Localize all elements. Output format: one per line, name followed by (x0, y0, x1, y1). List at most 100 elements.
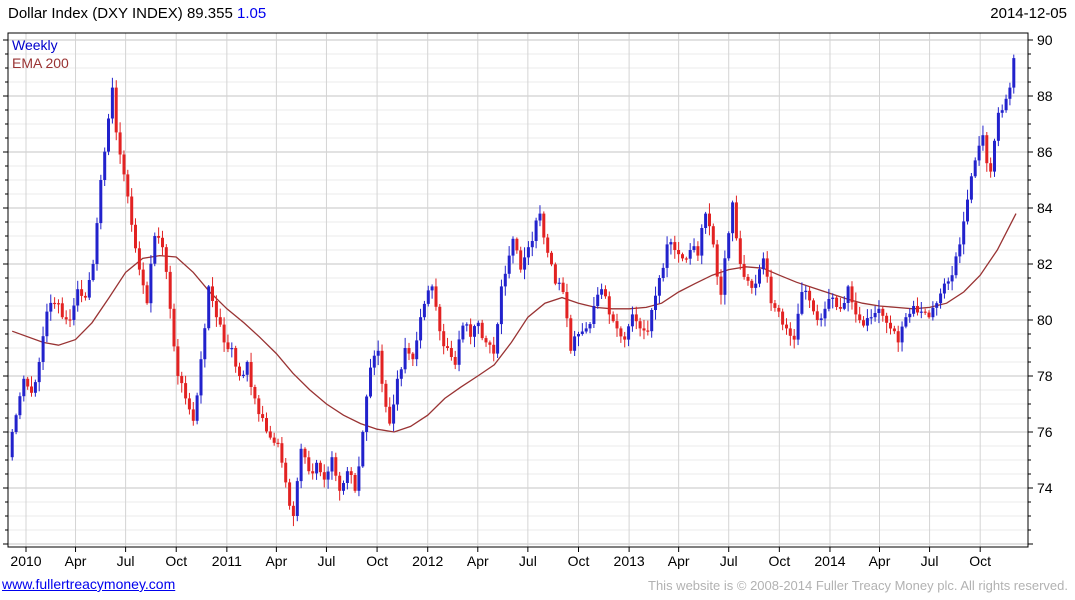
candle-body (407, 348, 411, 354)
y-axis-label: 76 (1037, 424, 1053, 440)
candle-body (388, 406, 392, 424)
y-axis-label: 88 (1037, 88, 1053, 104)
candle-body (711, 226, 715, 245)
candle-body (981, 135, 985, 146)
candle-body (187, 398, 191, 410)
candle-body (738, 238, 742, 264)
candle-body (203, 328, 207, 360)
candle-body (295, 481, 299, 516)
candle-body (758, 269, 761, 284)
candle-body (727, 233, 731, 259)
candle-body (114, 87, 118, 133)
x-axis-label: Oct (165, 553, 187, 569)
candle-body (950, 275, 954, 282)
candle-body (257, 398, 261, 415)
candle-body (110, 87, 114, 119)
candle-body (773, 303, 777, 308)
candle-body (942, 283, 946, 294)
candle-body (134, 224, 137, 249)
x-axis-label: Oct (768, 553, 790, 569)
candle-body (1000, 110, 1004, 113)
candle-body (299, 448, 303, 482)
candle-body (214, 301, 218, 318)
y-axis-label: 90 (1037, 32, 1053, 48)
candle-body (222, 324, 226, 343)
candle-body (704, 213, 708, 228)
candle-body (1008, 87, 1012, 99)
candle-body (781, 311, 785, 325)
candle-body (342, 483, 345, 491)
candle-body (885, 315, 889, 323)
candle-body (580, 331, 584, 334)
candle-body (469, 324, 473, 337)
candle-body (41, 336, 45, 362)
candle-body (819, 318, 823, 320)
candle-body (303, 448, 307, 458)
candle-body (673, 242, 677, 250)
candle-body (276, 442, 280, 444)
candle-body (869, 317, 873, 319)
candle-body (261, 414, 265, 418)
candle-body (457, 339, 461, 365)
candle-body (434, 286, 438, 307)
candle-body (176, 346, 180, 376)
candle-body (372, 355, 376, 368)
x-axis-label: Apr (265, 553, 287, 569)
candle-body (141, 269, 145, 286)
candle-body (908, 313, 912, 318)
candle-body (122, 154, 126, 175)
candle-body (827, 299, 831, 309)
candle-body (72, 305, 76, 320)
candle-body (523, 257, 527, 270)
website-link[interactable]: www.fullertreacymoney.com (2, 576, 175, 592)
candle-body (985, 135, 989, 164)
candle-body (507, 255, 511, 274)
candle-body (288, 482, 292, 506)
candle-body (91, 264, 95, 280)
candle-body (530, 241, 534, 248)
x-axis-label: Jul (117, 553, 135, 569)
candle-body (769, 276, 773, 304)
x-axis-label: 2014 (814, 553, 845, 569)
candle-body (168, 271, 172, 309)
candle-body (761, 258, 765, 270)
candle-body (49, 302, 53, 312)
candle-body (334, 457, 338, 476)
candle-body (592, 306, 596, 324)
candle-body (611, 314, 615, 322)
candle-body (476, 322, 480, 327)
candle-body (419, 317, 423, 341)
candle-body (99, 180, 103, 224)
x-axis-label: Oct (568, 553, 590, 569)
x-axis-label: Jul (318, 553, 336, 569)
candle-body (164, 247, 168, 272)
candle-body (149, 263, 153, 304)
y-axis-label: 82 (1037, 256, 1053, 272)
candle-body (665, 244, 669, 268)
candle-body (642, 328, 646, 331)
legend-timeframe: Weekly (12, 37, 58, 53)
price-chart[interactable]: 74 76 78 80 82 84 86 88 90 2010 Apr Jul Oct 2011 Apr Ju… (0, 0, 1075, 600)
candle-body (542, 213, 546, 238)
candle-body (835, 297, 839, 307)
candle-body (526, 247, 530, 258)
candle-body (565, 292, 569, 319)
candle-body (45, 311, 49, 337)
candle-body (461, 325, 465, 340)
candle-body (107, 118, 110, 152)
candle-body (854, 302, 858, 315)
x-axis-label: Apr (668, 553, 690, 569)
candle-body (145, 285, 149, 304)
chart-legend: Weekly EMA 200 (12, 36, 69, 72)
candle-body (519, 250, 523, 270)
candle-body (669, 242, 673, 245)
candle-body (765, 258, 769, 277)
candle-body (37, 362, 41, 383)
candle-body (688, 250, 692, 259)
candle-body (446, 346, 449, 348)
candle-body (322, 472, 326, 480)
candle-body (627, 326, 631, 340)
candle-body (623, 336, 627, 340)
candle-body (808, 290, 812, 301)
candle-body (265, 418, 268, 432)
